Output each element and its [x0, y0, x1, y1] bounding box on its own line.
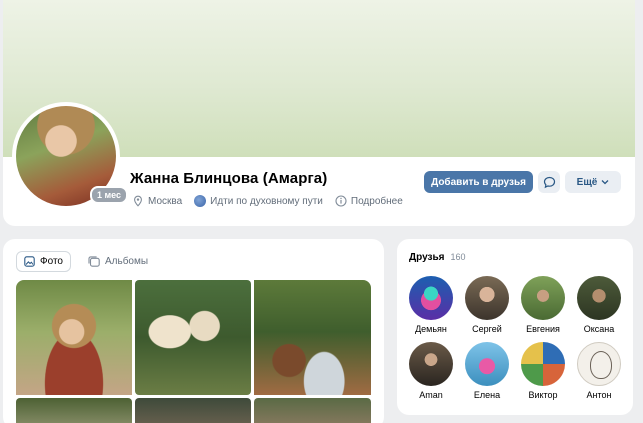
message-bubble-icon	[543, 176, 555, 188]
location-pin-icon	[134, 195, 142, 207]
friend-name: Оксана	[583, 324, 615, 334]
tab-photos-label: Фото	[40, 256, 63, 267]
image-icon	[24, 256, 35, 267]
photo-thumbnail[interactable]	[135, 398, 251, 423]
friends-header[interactable]: Друзья 160	[409, 252, 466, 263]
photo-thumbnail[interactable]	[254, 280, 371, 395]
message-button[interactable]	[538, 171, 560, 193]
albums-icon	[88, 256, 100, 267]
friend-item[interactable]: Aman	[403, 342, 459, 400]
friends-card: Друзья 160 Демьян Сергей Евгения Оксана …	[397, 239, 633, 415]
info-status-label: Идти по духовному пути	[210, 195, 323, 207]
friend-avatar	[521, 276, 565, 320]
friend-avatar	[409, 342, 453, 386]
friends-grid: Демьян Сергей Евгения Оксана Aman Елена …	[403, 276, 627, 400]
chevron-down-icon	[601, 180, 609, 185]
tab-albums-label: Альбомы	[104, 256, 149, 267]
more-button-label: Ещё	[576, 176, 598, 188]
info-city-label: Москва	[148, 195, 183, 207]
friend-avatar	[465, 276, 509, 320]
friend-name: Евгения	[526, 324, 560, 334]
friend-name: Елена	[473, 390, 501, 400]
friend-name: Aman	[419, 390, 443, 400]
friends-count: 160	[450, 252, 466, 262]
add-friend-button[interactable]: Добавить в друзья	[424, 171, 533, 193]
info-status[interactable]: Идти по духовному пути	[194, 195, 323, 207]
friend-item[interactable]: Елена	[459, 342, 515, 400]
friend-name: Виктор	[528, 390, 558, 400]
friend-item[interactable]: Евгения	[515, 276, 571, 334]
photos-card: Фото Альбомы	[3, 239, 384, 423]
photos-tabs: Фото Альбомы	[16, 251, 155, 272]
status-emoji-icon	[194, 195, 207, 207]
friends-title: Друзья	[409, 252, 445, 263]
info-city[interactable]: Москва	[132, 195, 182, 207]
friend-item[interactable]: Оксана	[571, 276, 627, 334]
friend-item[interactable]: Виктор	[515, 342, 571, 400]
photo-thumbnail[interactable]	[254, 398, 371, 423]
photo-thumbnail[interactable]	[16, 398, 132, 423]
friend-avatar	[465, 342, 509, 386]
info-circle-icon	[335, 195, 347, 207]
friend-avatar	[577, 342, 621, 386]
photo-thumbnail[interactable]	[135, 280, 251, 395]
friend-name: Сергей	[472, 324, 502, 334]
last-seen-badge: 1 мес	[90, 186, 129, 204]
more-button[interactable]: Ещё	[565, 171, 621, 193]
info-details-label: Подробнее	[350, 195, 403, 207]
friend-name: Антон	[586, 390, 612, 400]
friend-item[interactable]: Сергей	[459, 276, 515, 334]
profile-name: Жанна Блинцова (Амарга)	[130, 170, 328, 187]
info-details-link[interactable]: Подробнее	[335, 195, 403, 207]
profile-info-row: Москва Идти по духовному пути Подробнее	[132, 195, 403, 207]
photo-thumbnail[interactable]	[16, 280, 132, 395]
friend-avatar	[409, 276, 453, 320]
friend-name: Демьян	[415, 324, 447, 334]
friend-item[interactable]: Антон	[571, 342, 627, 400]
photo-grid	[16, 280, 371, 423]
friend-avatar	[577, 276, 621, 320]
tab-albums[interactable]: Альбомы	[81, 251, 155, 272]
tab-photos[interactable]: Фото	[16, 251, 71, 272]
friend-item[interactable]: Демьян	[403, 276, 459, 334]
friend-avatar	[521, 342, 565, 386]
